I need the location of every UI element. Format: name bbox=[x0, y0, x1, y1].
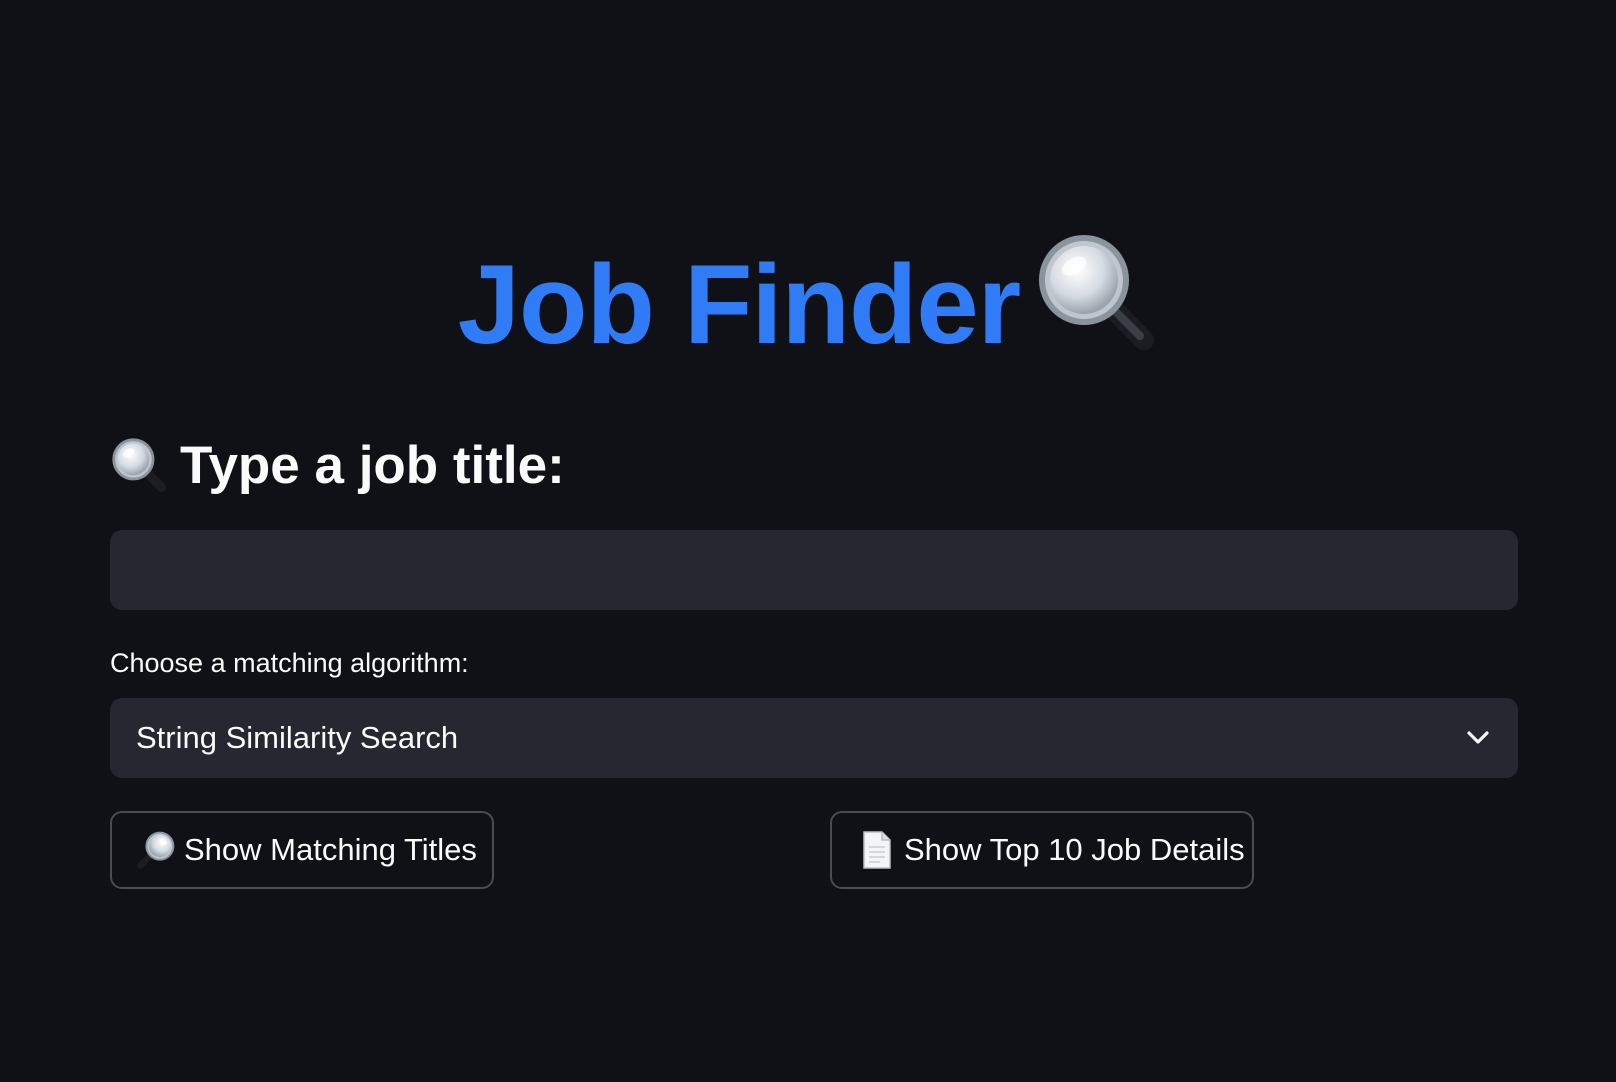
show-top-job-details-label: Show Top 10 Job Details bbox=[904, 832, 1245, 867]
show-matching-titles-label: Show Matching Titles bbox=[184, 832, 477, 867]
magnifier-icon bbox=[1034, 230, 1158, 385]
show-top-job-details-button[interactable]: Show Top 10 Job Details bbox=[830, 811, 1254, 889]
chevron-down-icon[interactable] bbox=[1464, 724, 1492, 752]
job-title-input[interactable] bbox=[110, 530, 1518, 610]
page-title-text: Job Finder bbox=[457, 242, 1021, 368]
algorithm-select[interactable]: String Similarity Search bbox=[110, 698, 1518, 778]
show-matching-titles-button[interactable]: Show Matching Titles bbox=[110, 811, 494, 889]
page-document-icon bbox=[856, 830, 896, 870]
algorithm-label: Choose a matching algorithm: bbox=[110, 648, 469, 678]
algorithm-selected-value: String Similarity Search bbox=[136, 720, 459, 755]
page-title: Job Finder bbox=[0, 235, 1616, 391]
search-label: Type a job title: bbox=[180, 435, 565, 495]
search-subheader: Type a job title: bbox=[110, 430, 565, 500]
app-page: Job Finder Type a job title: Choose a ma… bbox=[0, 0, 1616, 1082]
magnifier-small-icon bbox=[110, 436, 168, 494]
magnifier-right-icon bbox=[136, 830, 176, 870]
